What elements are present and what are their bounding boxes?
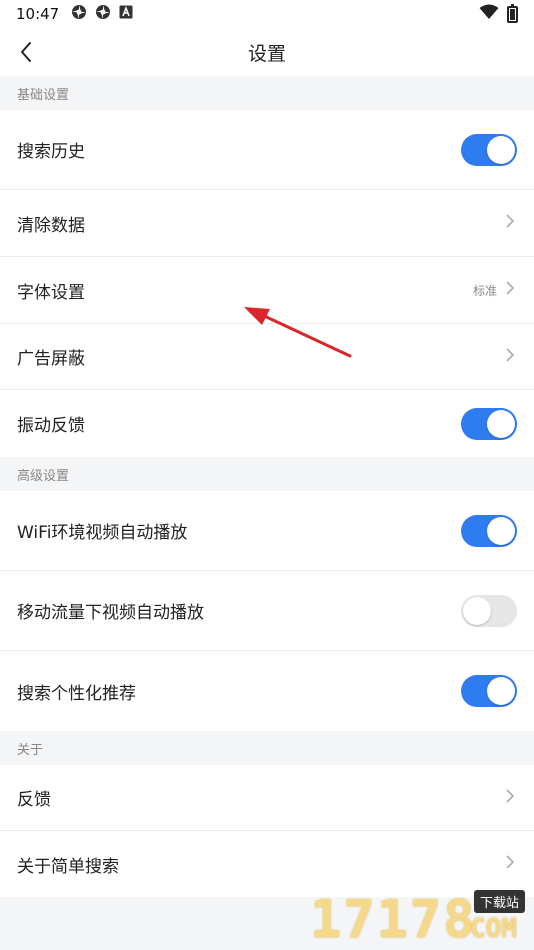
row-right: 标准 — [473, 279, 517, 301]
section-title: 基础设置 — [17, 87, 70, 103]
row-right — [503, 853, 517, 875]
row-label: 移动流量下视频自动播放 — [17, 603, 204, 623]
toggle-knob — [463, 596, 491, 625]
row-label: 关于简单搜索 — [17, 856, 119, 877]
row-label: 广告屏蔽 — [17, 349, 85, 369]
pinwheel-icon — [95, 4, 111, 24]
pinwheel-icon — [71, 4, 87, 24]
chevron-right-icon — [503, 853, 517, 875]
section-header-advanced: 高级设置 — [0, 457, 534, 491]
row-mobile-autoplay[interactable]: 移动流量下视频自动播放 — [0, 571, 534, 651]
row-right — [503, 212, 517, 234]
row-label: 搜索个性化推荐 — [17, 683, 136, 704]
row-right — [461, 514, 517, 547]
a-icon — [119, 5, 133, 23]
personalized-toggle[interactable] — [461, 675, 517, 707]
back-arrow-icon[interactable] — [14, 38, 42, 66]
row-label: 搜索历史 — [17, 142, 85, 162]
section-header-about: 关于 — [0, 731, 534, 765]
section-title: 高级设置 — [17, 468, 70, 484]
battery-icon — [507, 3, 518, 23]
toggle-knob — [487, 677, 515, 705]
toggle-knob — [487, 135, 515, 164]
row-right — [503, 787, 517, 809]
row-clear-data[interactable]: 清除数据 — [0, 190, 534, 257]
row-label: 清除数据 — [17, 215, 85, 236]
section-header-basic: 基础设置 — [0, 76, 534, 110]
nav-bar: 设置 — [0, 28, 534, 76]
toggle-knob — [487, 516, 515, 545]
chevron-right-icon — [503, 212, 517, 234]
row-label: 振动反馈 — [17, 416, 85, 436]
status-bar: 10:47 — [0, 0, 534, 28]
row-font-settings[interactable]: 字体设置 标准 — [0, 257, 534, 324]
wifi-autoplay-toggle[interactable] — [461, 514, 517, 547]
row-right — [461, 594, 517, 627]
search-history-toggle[interactable] — [461, 133, 517, 166]
row-vibration[interactable]: 振动反馈 — [0, 390, 534, 457]
row-right — [503, 346, 517, 368]
row-right — [461, 407, 517, 440]
row-feedback[interactable]: 反馈 — [0, 765, 534, 831]
watermark-digits: 17178 — [310, 890, 477, 950]
font-size-value: 标准 — [472, 283, 497, 298]
chevron-right-icon — [503, 346, 517, 368]
status-right — [479, 3, 518, 24]
wifi-icon — [479, 4, 499, 24]
row-right — [461, 675, 517, 707]
row-search-history[interactable]: 搜索历史 — [0, 110, 534, 190]
chevron-right-icon — [503, 787, 517, 809]
row-label: 字体设置 — [17, 282, 85, 303]
vibration-toggle[interactable] — [461, 407, 517, 440]
row-right — [461, 133, 517, 166]
watermark-logo: 17178 下载站 COM — [310, 890, 534, 950]
section-title: 关于 — [17, 742, 44, 758]
row-label: 反馈 — [17, 790, 51, 810]
watermark-domain: COM — [470, 914, 517, 944]
page-title: 设置 — [247, 42, 286, 65]
row-about-app[interactable]: 关于简单搜索 — [0, 831, 534, 897]
chevron-right-icon — [503, 279, 517, 301]
row-personalized[interactable]: 搜索个性化推荐 — [0, 651, 534, 731]
row-ad-block[interactable]: 广告屏蔽 — [0, 324, 534, 390]
row-wifi-autoplay[interactable]: WiFi环境视频自动播放 — [0, 491, 534, 571]
toggle-knob — [487, 409, 515, 438]
mobile-autoplay-toggle[interactable] — [461, 594, 517, 627]
status-time: 10:47 — [16, 5, 60, 23]
row-label: WiFi环境视频自动播放 — [17, 523, 188, 543]
